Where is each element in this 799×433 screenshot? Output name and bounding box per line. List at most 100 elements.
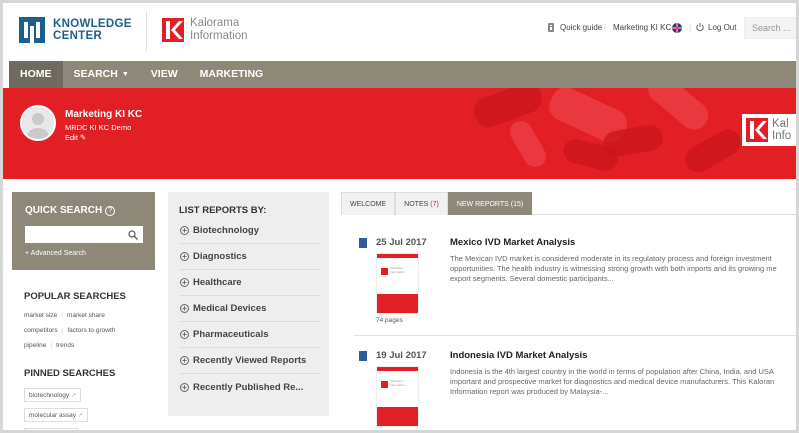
quick-guide-link[interactable]: Quick guide (547, 23, 602, 32)
kc-logo-line1: KNOWLEDGE (53, 17, 132, 30)
report-page-count: 74 pages (376, 317, 403, 324)
report-description-line: Information report was produced by Malay… (450, 387, 609, 396)
plus-circle-icon: + (180, 226, 189, 235)
cover-top-band (377, 367, 418, 371)
plus-circle-icon: + (180, 382, 189, 392)
report-description-line: export segments. Several domestic partic… (450, 274, 614, 283)
list-reports-medical-devices[interactable]: + Medical Devices (180, 296, 320, 322)
avatar[interactable] (20, 105, 56, 141)
tab-notes-label: NOTES (404, 201, 429, 208)
kalorama-logo-icon (746, 118, 768, 142)
knowledge-center-logo[interactable]: KNOWLEDGE CENTER (19, 17, 132, 43)
user-silhouette-icon (27, 113, 49, 139)
list-reports-healthcare[interactable]: + Healthcare (180, 270, 320, 296)
pinned-searches-title: PINNED SEARCHES (24, 368, 116, 379)
popular-searches-title: POPULAR SEARCHES (24, 291, 126, 302)
kalorama-line2: Information (190, 29, 248, 42)
report-title[interactable]: Indonesia IVD Market Analysis (450, 350, 587, 361)
list-reports-label: Recently Viewed Reports (193, 355, 307, 366)
popular-search-tag[interactable]: market size (24, 312, 57, 319)
quick-search-title: QUICK SEARCH ? (25, 205, 116, 216)
quick-search-title-label: QUICK SEARCH (25, 205, 103, 216)
user-menu-link[interactable]: Marketing KI KC (613, 23, 671, 32)
nav-home[interactable]: HOME (9, 61, 63, 88)
header-divider (146, 11, 147, 51)
quick-guide-icon (548, 23, 554, 32)
plus-circle-icon: + (180, 330, 189, 339)
header-search-input[interactable]: Search ... (744, 17, 796, 39)
language-flag[interactable] (672, 23, 682, 33)
logout-label: Log Out (708, 23, 737, 32)
power-icon (696, 23, 704, 32)
quick-search-input[interactable] (25, 226, 143, 243)
nav-search[interactable]: SEARCH ▼ (63, 61, 140, 88)
list-reports-pharmaceuticals[interactable]: + Pharmaceuticals (180, 322, 320, 348)
popular-search-tag[interactable]: pipeline (24, 342, 46, 349)
tab-welcome[interactable]: WELCOME (341, 192, 396, 215)
report-date: 19 Jul 2017 (376, 350, 427, 361)
util-separator: | (604, 23, 607, 32)
profile-edit-link[interactable]: Edit ✎ (65, 133, 86, 142)
list-reports-label: Medical Devices (193, 303, 267, 314)
popular-search-tag[interactable]: factors to growth (67, 327, 115, 334)
banner-pill-decoration (680, 124, 746, 178)
profile-name: Marketing KI KC (65, 109, 143, 120)
browser-frame: KNOWLEDGE CENTER Kalorama Information Qu… (0, 0, 799, 433)
user-menu-label: Marketing KI KC (613, 23, 672, 32)
list-reports-title: LIST REPORTS BY: (179, 205, 267, 216)
profile-edit-label: Edit (65, 133, 78, 142)
report-title[interactable]: Mexico IVD Market Analysis (450, 237, 575, 248)
report-divider (354, 335, 796, 336)
advanced-search-link[interactable]: + Advanced Search (25, 250, 86, 257)
pin-icon: ➚ (77, 412, 84, 419)
kalorama-line1: Kalorama (190, 17, 240, 29)
banner-logo-line2: Info (772, 130, 792, 142)
report-cover-thumbnail[interactable]: Kalorama Information (376, 253, 419, 314)
popular-search-tag[interactable]: trends (56, 342, 74, 349)
help-icon[interactable]: ? (105, 205, 116, 216)
kc-logo-line2: CENTER (53, 30, 103, 42)
logout-link[interactable]: Log Out (696, 23, 736, 32)
report-description-line: opportunities. The health industry is wi… (450, 264, 777, 273)
kalorama-logo-icon (162, 17, 184, 42)
kalorama-logo[interactable]: Kalorama Information (162, 17, 248, 42)
list-reports-label: Healthcare (193, 277, 242, 288)
list-reports-diagnostics[interactable]: + Diagnostics (180, 244, 320, 270)
pinned-search-tag[interactable]: biotechnology ➚ (24, 388, 82, 402)
nav-marketing[interactable]: MARKETING (189, 61, 275, 88)
plus-circle-icon: + (180, 304, 189, 313)
report-description-line: important and prospective market for dia… (450, 377, 775, 386)
tab-notes[interactable]: NOTES (7) (395, 192, 448, 215)
book-icon (359, 351, 367, 361)
nav-view[interactable]: VIEW (140, 61, 189, 88)
uk-flag-icon (672, 23, 682, 33)
plus-circle-icon: + (180, 278, 189, 287)
pinned-search-tag[interactable]: pharmaceutical (24, 428, 79, 430)
report-description: The Mexican IVD market is considered mod… (450, 254, 796, 284)
cover-logo-icon (381, 381, 388, 388)
search-icon[interactable] (128, 230, 138, 240)
list-reports-recently-viewed[interactable]: + Recently Viewed Reports (180, 348, 320, 374)
list-reports-label: Diagnostics (193, 251, 247, 262)
list-reports-recently-published[interactable]: + Recently Published Re... (180, 374, 320, 400)
popular-search-tag[interactable]: market share (67, 312, 105, 319)
quick-search-panel: QUICK SEARCH ? + Advanced Search (12, 192, 155, 270)
nav-view-label: VIEW (150, 68, 178, 80)
notes-count-badge: (7) (430, 201, 439, 208)
report-description-line: Indonesia is the 4th largest country in … (450, 367, 774, 376)
cover-bottom-band (377, 407, 418, 426)
list-reports-label: Biotechnology (193, 225, 259, 236)
report-cover-thumbnail[interactable]: Kalorama Information (376, 366, 419, 427)
cover-logo-line: Information (390, 382, 406, 387)
pencil-icon: ✎ (80, 133, 87, 142)
plus-circle-icon: + (180, 252, 189, 261)
list-reports-biotechnology[interactable]: + Biotechnology (180, 218, 320, 244)
banner-kalorama-logo: Kal Info (742, 114, 796, 146)
knowledge-center-logo-icon (19, 17, 45, 43)
site-header: KNOWLEDGE CENTER Kalorama Information Qu… (3, 3, 796, 60)
book-icon (359, 238, 367, 248)
popular-search-tag[interactable]: competitors (24, 327, 58, 334)
pinned-search-tag[interactable]: molecular assay ➚ (24, 408, 89, 422)
tab-new-reports[interactable]: NEW REPORTS (15) (447, 192, 533, 215)
cover-logo-text: Kalorama Information (390, 266, 405, 274)
